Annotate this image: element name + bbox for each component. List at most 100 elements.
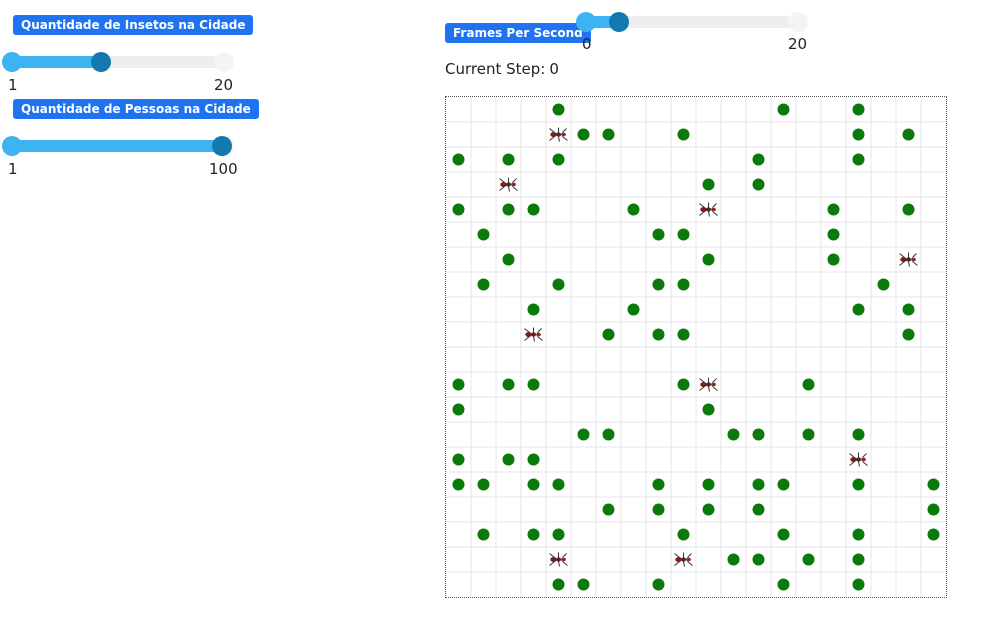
person-agent: [502, 203, 515, 216]
person-agent: [752, 553, 765, 566]
person-agent: [877, 278, 890, 291]
person-agent: [902, 303, 915, 316]
fps-min: 0: [582, 35, 592, 53]
insects-min: 1: [8, 76, 18, 94]
person-agent: [852, 578, 865, 591]
city-grid: [445, 96, 947, 598]
person-agent: [677, 378, 690, 391]
person-agent: [652, 228, 665, 241]
ant-icon: [699, 202, 718, 217]
person-agent: [552, 103, 565, 116]
current-step-label: Current Step:: [445, 60, 546, 78]
people-max: 100: [209, 160, 238, 178]
person-agent: [677, 128, 690, 141]
person-agent: [602, 503, 615, 516]
person-agent: [552, 578, 565, 591]
ant-icon: [899, 252, 918, 267]
person-agent: [852, 153, 865, 166]
person-agent: [702, 403, 715, 416]
people-label: Quantidade de Pessoas na Cidade: [13, 99, 259, 119]
person-agent: [702, 253, 715, 266]
person-agent: [777, 528, 790, 541]
ant-icon: [549, 552, 568, 567]
person-agent: [802, 378, 815, 391]
person-agent: [777, 478, 790, 491]
person-agent: [477, 528, 490, 541]
slider-max-cap: [214, 52, 234, 72]
person-agent: [902, 128, 915, 141]
slider-thumb[interactable]: [91, 52, 111, 72]
slider-thumb[interactable]: [609, 12, 629, 32]
person-agent: [677, 228, 690, 241]
ant-icon: [849, 452, 868, 467]
person-agent: [527, 303, 540, 316]
person-agent: [927, 478, 940, 491]
slider-thumb[interactable]: [212, 136, 232, 156]
person-agent: [827, 253, 840, 266]
person-agent: [752, 178, 765, 191]
person-agent: [802, 428, 815, 441]
person-agent: [527, 453, 540, 466]
person-agent: [927, 503, 940, 516]
person-agent: [652, 328, 665, 341]
person-agent: [677, 528, 690, 541]
person-agent: [552, 278, 565, 291]
person-agent: [452, 203, 465, 216]
person-agent: [852, 478, 865, 491]
person-agent: [852, 103, 865, 116]
people-min: 1: [8, 160, 18, 178]
person-agent: [552, 478, 565, 491]
person-agent: [602, 428, 615, 441]
person-agent: [827, 228, 840, 241]
person-agent: [477, 228, 490, 241]
person-agent: [452, 403, 465, 416]
person-agent: [727, 428, 740, 441]
person-agent: [652, 578, 665, 591]
person-agent: [627, 303, 640, 316]
person-agent: [527, 528, 540, 541]
ant-icon: [699, 377, 718, 392]
person-agent: [752, 478, 765, 491]
person-agent: [852, 553, 865, 566]
person-agent: [652, 503, 665, 516]
person-agent: [552, 528, 565, 541]
person-agent: [702, 478, 715, 491]
ant-icon: [524, 327, 543, 342]
ant-icon: [674, 552, 693, 567]
person-agent: [827, 203, 840, 216]
person-agent: [752, 428, 765, 441]
insects-slider[interactable]: [2, 51, 234, 73]
person-agent: [502, 253, 515, 266]
person-agent: [627, 203, 640, 216]
slider-min-cap: [576, 12, 596, 32]
person-agent: [727, 553, 740, 566]
fps-slider[interactable]: [576, 11, 808, 33]
person-agent: [577, 578, 590, 591]
person-agent: [452, 478, 465, 491]
person-agent: [852, 528, 865, 541]
slider-min-cap: [2, 136, 22, 156]
ant-icon: [499, 177, 518, 192]
person-agent: [777, 578, 790, 591]
person-agent: [602, 328, 615, 341]
ant-icon: [549, 127, 568, 142]
person-agent: [852, 303, 865, 316]
person-agent: [452, 378, 465, 391]
person-agent: [677, 278, 690, 291]
person-agent: [702, 178, 715, 191]
person-agent: [652, 278, 665, 291]
person-agent: [502, 378, 515, 391]
slider-fill: [4, 140, 222, 152]
person-agent: [527, 203, 540, 216]
current-step-value: 0: [549, 60, 559, 78]
people-slider[interactable]: [2, 135, 234, 157]
person-agent: [502, 453, 515, 466]
person-agent: [577, 128, 590, 141]
person-agent: [602, 128, 615, 141]
slider-max-cap: [788, 12, 808, 32]
insects-max: 20: [214, 76, 234, 94]
person-agent: [527, 378, 540, 391]
person-agent: [802, 553, 815, 566]
person-agent: [677, 328, 690, 341]
person-agent: [852, 128, 865, 141]
